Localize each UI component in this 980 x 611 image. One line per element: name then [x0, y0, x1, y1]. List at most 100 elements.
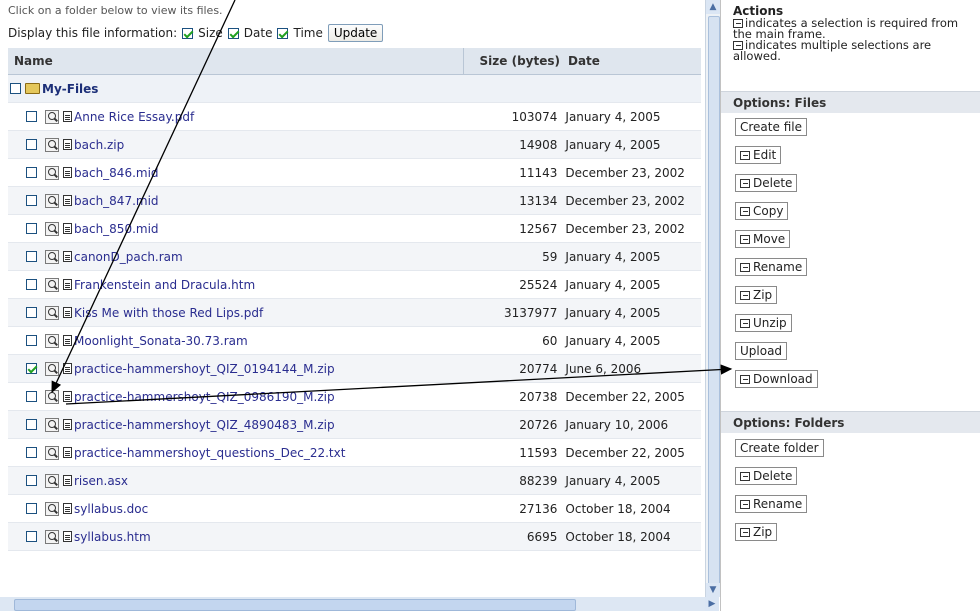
file-name-link[interactable]: syllabus.htm	[74, 530, 151, 544]
table-row[interactable]: Frankenstein and Dracula.htm 25524 Janua…	[8, 271, 701, 299]
row-checkbox[interactable]	[26, 223, 37, 234]
row-checkbox[interactable]	[26, 139, 37, 150]
table-row[interactable]: Anne Rice Essay.pdf 103074 January 4, 20…	[8, 103, 701, 131]
file-upload-button[interactable]: Upload	[735, 342, 788, 360]
file-name-link[interactable]: bach_850.mid	[74, 222, 159, 236]
magnifier-icon[interactable]	[45, 221, 59, 236]
table-row[interactable]: Kiss Me with those Red Lips.pdf 3137977 …	[8, 299, 701, 327]
file-name-link[interactable]: bach_846.mid	[74, 166, 159, 180]
file-name-link[interactable]: Anne Rice Essay.pdf	[74, 110, 194, 124]
file-move-button[interactable]: Move	[735, 230, 791, 248]
row-checkbox[interactable]	[26, 447, 37, 458]
row-checkbox[interactable]	[26, 195, 37, 206]
table-row[interactable]: bach_850.mid 12567 December 23, 2002	[8, 215, 701, 243]
table-row[interactable]: bach.zip 14908 January 4, 2005	[8, 131, 701, 159]
row-checkbox[interactable]	[26, 111, 37, 122]
row-checkbox[interactable]	[26, 503, 37, 514]
table-row[interactable]: risen.asx 88239 January 4, 2005	[8, 467, 701, 495]
scroll-right-arrow-icon[interactable]: ▶	[705, 597, 719, 611]
row-checkbox[interactable]	[26, 251, 37, 262]
row-checkbox[interactable]	[26, 307, 37, 318]
time-checkbox[interactable]	[277, 27, 289, 39]
table-row[interactable]: bach_847.mid 13134 December 23, 2002	[8, 187, 701, 215]
magnifier-icon[interactable]	[45, 501, 59, 516]
file-name-link[interactable]: practice-hammershoyt_questions_Dec_22.tx…	[74, 446, 345, 460]
file-date: January 4, 2005	[565, 249, 661, 264]
table-row[interactable]: syllabus.htm 6695 October 18, 2004	[8, 523, 701, 551]
file-name-link[interactable]: syllabus.doc	[74, 502, 148, 516]
name-column-header[interactable]: Name	[8, 54, 463, 68]
row-checkbox[interactable]	[26, 279, 37, 290]
table-row[interactable]: practice-hammershoyt_QIZ_0986190_M.zip 2…	[8, 383, 701, 411]
folder-checkbox[interactable]	[10, 83, 21, 94]
scroll-up-arrow-icon[interactable]: ▲	[706, 0, 720, 14]
magnifier-icon[interactable]	[45, 529, 59, 544]
magnifier-icon[interactable]	[45, 473, 59, 488]
row-checkbox[interactable]	[26, 167, 37, 178]
size-checkbox[interactable]	[182, 27, 194, 39]
table-row[interactable]: bach_846.mid 11143 December 23, 2002	[8, 159, 701, 187]
file-name-link[interactable]: Kiss Me with those Red Lips.pdf	[74, 306, 263, 320]
file-name-link[interactable]: Frankenstein and Dracula.htm	[74, 278, 255, 292]
file-create-file-button[interactable]: Create file	[735, 118, 807, 136]
button-label: Unzip	[753, 316, 787, 330]
file-copy-button[interactable]: Copy	[735, 202, 789, 220]
size-column-header[interactable]: Size (bytes)	[464, 54, 564, 68]
button-label: Delete	[753, 176, 793, 190]
table-row[interactable]: practice-hammershoyt_QIZ_4890483_M.zip 2…	[8, 411, 701, 439]
file-unzip-button[interactable]: Unzip	[735, 314, 792, 332]
table-row[interactable]: canonD_pach.ram 59 January 4, 2005	[8, 243, 701, 271]
magnifier-icon[interactable]	[45, 361, 59, 376]
folder-zip-button[interactable]: Zip	[735, 523, 778, 541]
file-name-link[interactable]: practice-hammershoyt_QIZ_0986190_M.zip	[74, 390, 335, 404]
folder-name[interactable]: My-Files	[42, 82, 98, 96]
date-column-header[interactable]: Date	[564, 54, 694, 68]
magnifier-icon[interactable]	[45, 249, 59, 264]
folder-delete-button[interactable]: Delete	[735, 467, 798, 485]
file-name-link[interactable]: bach_847.mid	[74, 194, 159, 208]
file-name-link[interactable]: practice-hammershoyt_QIZ_0194144_M.zip	[74, 362, 335, 376]
row-checkbox[interactable]	[26, 335, 37, 346]
file-name-link[interactable]: practice-hammershoyt_QIZ_4890483_M.zip	[74, 418, 335, 432]
magnifier-icon[interactable]	[45, 305, 59, 320]
magnifier-icon[interactable]	[45, 165, 59, 180]
file-zip-button[interactable]: Zip	[735, 286, 778, 304]
magnifier-icon[interactable]	[45, 445, 59, 460]
magnifier-icon[interactable]	[45, 109, 59, 124]
table-row[interactable]: Moonlight_Sonata-30.73.ram 60 January 4,…	[8, 327, 701, 355]
row-checkbox[interactable]	[26, 475, 37, 486]
magnifier-icon[interactable]	[45, 277, 59, 292]
horizontal-scrollbar-thumb[interactable]	[14, 599, 576, 611]
magnifier-icon[interactable]	[45, 333, 59, 348]
folder-row[interactable]: My-Files	[8, 75, 701, 103]
file-delete-button[interactable]: Delete	[735, 174, 798, 192]
file-name-link[interactable]: canonD_pach.ram	[74, 250, 183, 264]
display-options-row: Display this file information: Size Date…	[8, 24, 384, 42]
file-name-link[interactable]: Moonlight_Sonata-30.73.ram	[74, 334, 248, 348]
date-checkbox[interactable]	[227, 27, 239, 39]
horizontal-scrollbar[interactable]: ▶	[0, 597, 719, 611]
row-checkbox[interactable]	[26, 391, 37, 402]
magnifier-icon[interactable]	[45, 389, 59, 404]
file-date: October 18, 2004	[565, 529, 671, 544]
magnifier-icon[interactable]	[45, 417, 59, 432]
file-name-link[interactable]: bach.zip	[74, 138, 124, 152]
folder-create-folder-button[interactable]: Create folder	[735, 439, 824, 457]
folder-rename-button[interactable]: Rename	[735, 495, 808, 513]
scrollbar-thumb[interactable]	[708, 16, 720, 588]
row-checkbox[interactable]	[26, 531, 37, 542]
table-row[interactable]: practice-hammershoyt_QIZ_0194144_M.zip 2…	[8, 355, 701, 383]
vertical-scrollbar[interactable]: ▲ ▼	[705, 0, 720, 597]
update-button[interactable]: Update	[327, 24, 384, 42]
row-checkbox[interactable]	[26, 419, 37, 430]
row-checkbox[interactable]	[26, 363, 37, 374]
table-row[interactable]: practice-hammershoyt_questions_Dec_22.tx…	[8, 439, 701, 467]
file-rename-button[interactable]: Rename	[735, 258, 808, 276]
file-edit-button[interactable]: Edit	[735, 146, 782, 164]
scroll-down-arrow-icon[interactable]: ▼	[706, 583, 720, 597]
file-download-button[interactable]: Download	[735, 370, 818, 388]
magnifier-icon[interactable]	[45, 193, 59, 208]
magnifier-icon[interactable]	[45, 137, 59, 152]
table-row[interactable]: syllabus.doc 27136 October 18, 2004	[8, 495, 701, 523]
file-name-link[interactable]: risen.asx	[74, 474, 128, 488]
